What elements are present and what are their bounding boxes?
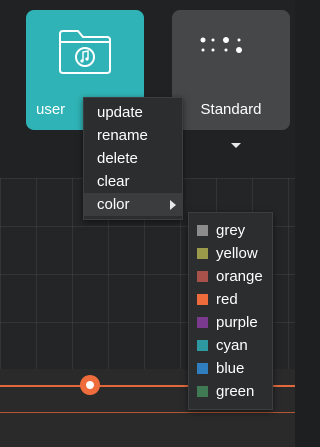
chevron-down-icon[interactable] [231, 143, 241, 148]
color-label: red [216, 291, 238, 308]
color-label: cyan [216, 337, 248, 354]
color-item-yellow[interactable]: yellow [189, 242, 272, 265]
swatch-blue [197, 363, 208, 374]
color-label: orange [216, 268, 263, 285]
swatch-orange [197, 271, 208, 282]
context-menu: update rename delete clear color [83, 97, 183, 220]
color-item-grey[interactable]: grey [189, 219, 272, 242]
swatch-green [197, 386, 208, 397]
chevron-right-icon [170, 200, 176, 210]
color-label: yellow [216, 245, 258, 262]
preset-panel: user Standard update rename delete clear… [0, 0, 295, 447]
envelope-line-secondary [0, 412, 295, 413]
menu-item-update[interactable]: update [84, 101, 182, 124]
color-item-purple[interactable]: purple [189, 311, 272, 334]
swatch-grey [197, 225, 208, 236]
swatch-cyan [197, 340, 208, 351]
color-label: grey [216, 222, 246, 239]
preset-tile-standard[interactable]: Standard [172, 10, 290, 130]
preset-label-standard: Standard [200, 101, 262, 118]
color-submenu: grey yellow orange red purple cyan blue [188, 212, 273, 410]
color-item-red[interactable]: red [189, 288, 272, 311]
color-item-green[interactable]: green [189, 380, 272, 403]
menu-item-color-label: color [97, 196, 130, 213]
menu-item-rename[interactable]: rename [84, 124, 182, 147]
color-item-cyan[interactable]: cyan [189, 334, 272, 357]
menu-item-clear[interactable]: clear [84, 170, 182, 193]
color-item-orange[interactable]: orange [189, 265, 272, 288]
folder-music-icon [57, 26, 113, 81]
envelope-handle[interactable] [80, 375, 100, 395]
menu-item-delete[interactable]: delete [84, 147, 182, 170]
color-label: blue [216, 360, 245, 377]
swatch-red [197, 294, 208, 305]
color-item-blue[interactable]: blue [189, 357, 272, 380]
swatch-yellow [197, 248, 208, 259]
menu-item-color[interactable]: color [84, 193, 182, 216]
color-label: green [216, 383, 255, 400]
swatch-purple [197, 317, 208, 328]
color-label: purple [216, 314, 258, 331]
dots-pattern-icon [199, 35, 263, 66]
